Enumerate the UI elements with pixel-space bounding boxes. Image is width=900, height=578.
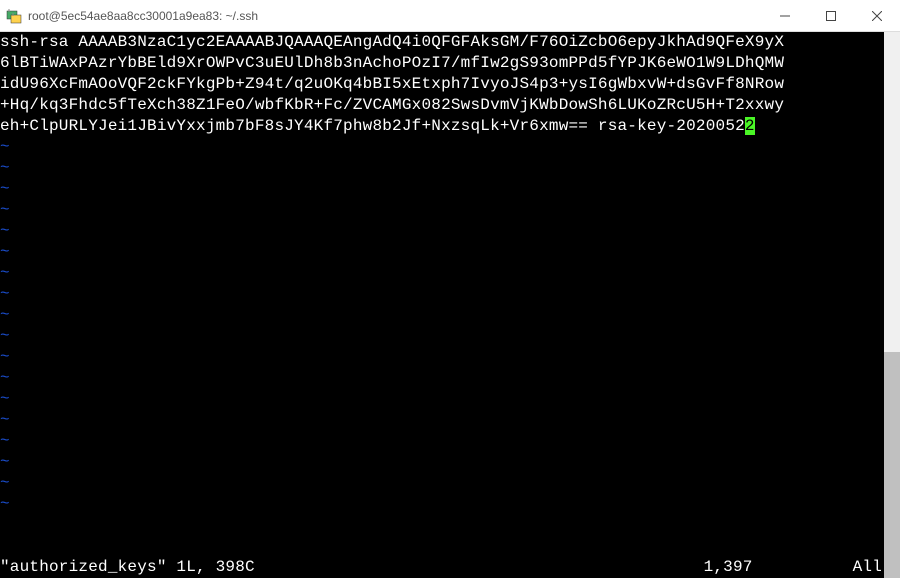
vim-empty-line: ~: [0, 242, 884, 263]
status-position: 1,397: [704, 557, 753, 578]
vim-empty-line: ~: [0, 389, 884, 410]
terminal-line: idU96XcFmAOoVQF2ckFYkgPb+Z94t/q2uOKq4bBI…: [0, 74, 884, 95]
vim-statusbar: "authorized_keys" 1L, 398C 1,397 All: [0, 557, 884, 578]
minimize-button[interactable]: [762, 0, 808, 31]
vim-empty-line: ~: [0, 263, 884, 284]
window-title: root@5ec54ae8aa8cc30001a9ea83: ~/.ssh: [28, 9, 762, 23]
vim-empty-line: ~: [0, 473, 884, 494]
window-controls: [762, 0, 900, 31]
vim-empty-line: ~: [0, 221, 884, 242]
vim-empty-line: ~: [0, 431, 884, 452]
window-titlebar: root@5ec54ae8aa8cc30001a9ea83: ~/.ssh: [0, 0, 900, 32]
vim-empty-line: ~: [0, 200, 884, 221]
status-percent: All: [853, 557, 882, 578]
terminal-line: eh+ClpURLYJei1JBivYxxjmb7bF8sJY4Kf7phw8b…: [0, 116, 884, 137]
vim-empty-line: ~: [0, 494, 884, 515]
vim-empty-line: ~: [0, 347, 884, 368]
vim-empty-line: ~: [0, 158, 884, 179]
terminal-line: +Hq/kq3Fhdc5fTeXch38Z1FeO/wbfKbR+Fc/ZVCA…: [0, 95, 884, 116]
vim-empty-line: ~: [0, 326, 884, 347]
maximize-button[interactable]: [808, 0, 854, 31]
scrollbar-track[interactable]: [884, 32, 900, 578]
close-button[interactable]: [854, 0, 900, 31]
scrollbar-thumb[interactable]: [884, 352, 900, 578]
vim-empty-line: ~: [0, 284, 884, 305]
putty-icon: [6, 8, 22, 24]
terminal-line: ssh-rsa AAAAB3NzaC1yc2EAAAABJQAAAQEAngAd…: [0, 32, 884, 53]
vim-empty-line: ~: [0, 368, 884, 389]
vim-empty-line: ~: [0, 137, 884, 158]
cursor: 2: [745, 117, 755, 135]
vim-empty-line: ~: [0, 179, 884, 200]
vim-empty-line: ~: [0, 410, 884, 431]
vim-empty-line: ~: [0, 452, 884, 473]
terminal[interactable]: ssh-rsa AAAAB3NzaC1yc2EAAAABJQAAAQEAngAd…: [0, 32, 884, 578]
terminal-line: 6lBTiWAxPAzrYbBEld9XrOWPvC3uEUlDh8b3nAch…: [0, 53, 884, 74]
vim-empty-line: ~: [0, 305, 884, 326]
status-filename: "authorized_keys" 1L, 398C: [0, 557, 255, 578]
